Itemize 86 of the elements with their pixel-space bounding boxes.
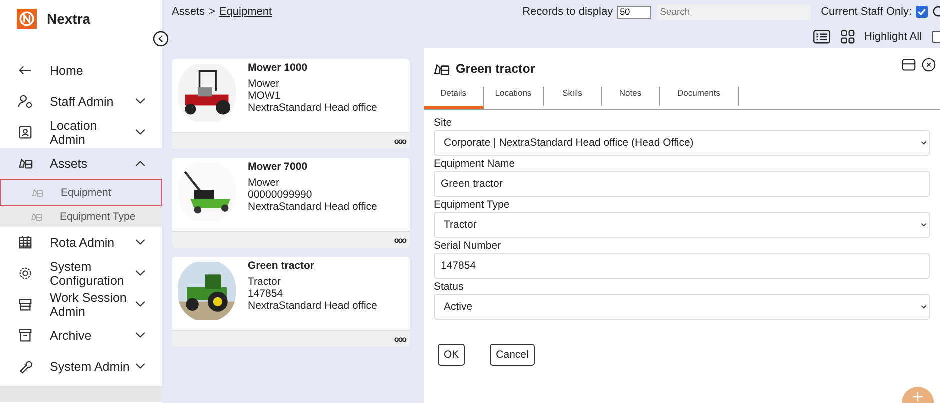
card-text: MOW1: [248, 90, 282, 102]
sidebar-item[interactable]: Archive: [0, 320, 162, 351]
logo-icon: [17, 9, 37, 29]
sidebar-item[interactable]: System Configuration: [0, 258, 162, 289]
chevron-down-icon: [921, 223, 927, 227]
chevron-down-icon: [135, 239, 146, 246]
equipment-card[interactable]: Mower 1000 Mower MOW1 NextraStandard Head office ooo: [172, 59, 410, 149]
breadcrumb-item[interactable]: Assets: [172, 6, 206, 18]
current-staff-label: Current Staff Only:: [821, 6, 912, 18]
more-button[interactable]: ooo: [394, 334, 406, 344]
chevron-up-icon: [135, 160, 146, 167]
field-label: Site: [434, 116, 454, 130]
sidebar-item[interactable]: Assets: [0, 148, 162, 179]
chevron-down-icon: [135, 270, 146, 277]
field-label: Equipment Name: [434, 157, 516, 171]
card-text: NextraStandard Head office: [248, 102, 378, 114]
card-text: NextraStandard Head office: [248, 201, 378, 213]
close-icon[interactable]: [922, 58, 936, 72]
card-text: NextraStandard Head office: [248, 300, 378, 312]
input-field[interactable]: 147854: [434, 253, 930, 279]
settings-icon: [18, 266, 33, 281]
plus-icon: [910, 391, 926, 403]
dropdown[interactable]: Corporate | NextraStandard Head office (Head Office): [434, 130, 930, 156]
wrench-icon: [18, 359, 33, 374]
chevron-down-icon: [135, 129, 146, 136]
card-title: Green tractor: [248, 260, 316, 272]
sidebar-item[interactable]: Rota Admin: [0, 227, 162, 258]
equipment-card[interactable]: Mower 7000 Mower 00000099990 NextraStandard Head office ooo: [172, 158, 410, 248]
sidebar-item[interactable]: Work Session Admin: [0, 289, 162, 320]
tab[interactable]: Details: [424, 87, 484, 109]
archive-box-icon: [18, 328, 33, 343]
highlight-all-label: Highlight All: [864, 31, 922, 43]
chevron-down-icon: [921, 141, 927, 145]
sidebar-item[interactable]: Staff Admin: [0, 86, 162, 117]
tab[interactable]: Documents: [660, 87, 739, 106]
sidebar-item[interactable]: Location Admin: [0, 117, 162, 148]
layout-icon[interactable]: [902, 58, 916, 72]
calendar-icon: [18, 235, 33, 250]
chevron-down-icon: [135, 332, 146, 339]
chevron-down-icon: [135, 363, 146, 370]
card-text: Mower: [248, 78, 281, 90]
dropdown[interactable]: Tractor: [434, 212, 930, 238]
search-icon[interactable]: [932, 6, 940, 18]
field-label: Serial Number: [434, 239, 502, 253]
card-text: 147854: [248, 288, 284, 300]
field-label: Equipment Type: [434, 198, 511, 212]
tab[interactable]: Notes: [602, 87, 660, 106]
truck-icon: [18, 156, 33, 171]
tab[interactable]: Locations: [484, 87, 544, 106]
chevron-down-icon: [135, 98, 146, 105]
cancel-button[interactable]: Cancel: [490, 344, 535, 366]
chevron-down-icon: [921, 305, 927, 309]
ok-button[interactable]: OK: [438, 344, 466, 366]
breadcrumb-separator: >: [209, 6, 216, 18]
contact-card-icon: [18, 125, 33, 140]
sidebar-item[interactable]: System Admin: [0, 351, 162, 382]
more-button[interactable]: ooo: [394, 136, 406, 146]
equipment-card[interactable]: Green tractor Tractor 147854 NextraStandard Head office ooo: [172, 257, 410, 347]
card-title: Mower 7000: [248, 161, 309, 173]
card-title: Mower 1000: [248, 62, 309, 74]
input-field[interactable]: Green tractor: [434, 171, 930, 197]
sidebar-subitem[interactable]: Equipment Type: [0, 206, 162, 227]
chevron-down-icon: [135, 301, 146, 308]
person-icon: [18, 94, 33, 109]
collapse-icon[interactable]: [153, 31, 169, 47]
dropdown[interactable]: Active: [434, 294, 930, 320]
truck-icon: [30, 210, 43, 222]
tab[interactable]: Skills: [544, 87, 602, 106]
card-text: 00000099990: [248, 189, 314, 201]
store-icon: [18, 297, 33, 312]
records-input[interactable]: 50: [617, 6, 652, 18]
records-label: Records to display: [522, 6, 614, 18]
card-text: Tractor: [248, 276, 282, 288]
card-text: Mower: [248, 177, 281, 189]
search-field[interactable]: Search: [657, 4, 812, 20]
sidebar-item[interactable]: Home: [0, 55, 162, 86]
breadcrumb-link[interactable]: Equipment: [219, 6, 272, 18]
list-view-icon[interactable]: [812, 30, 831, 44]
truck-icon: [31, 186, 44, 198]
grid-view-icon[interactable]: [840, 30, 855, 44]
more-button[interactable]: ooo: [394, 236, 406, 244]
field-label: Status: [434, 280, 465, 294]
sidebar-subitem[interactable]: Equipment: [0, 179, 162, 206]
checkbox[interactable]: [916, 6, 928, 18]
app-name: Nextra: [47, 11, 91, 27]
panel-title: Green tractor: [456, 62, 536, 76]
